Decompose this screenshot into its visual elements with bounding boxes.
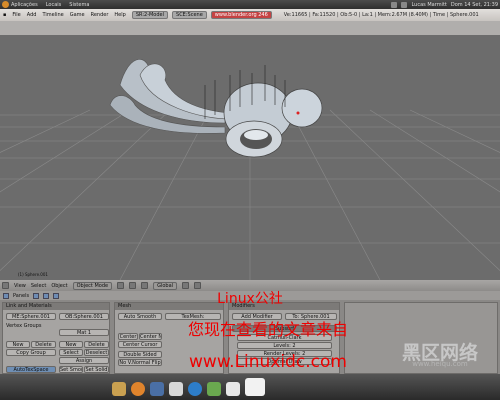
application-dock <box>112 376 372 396</box>
center-button[interactable]: Center <box>118 333 138 340</box>
volume-icon[interactable] <box>401 1 408 8</box>
clock[interactable]: Dom 14 Set, 21:39 <box>451 2 498 8</box>
blender-url-label[interactable]: www.blender.org 246 <box>210 11 272 19</box>
set-solid-button[interactable]: Set Solid <box>84 366 109 373</box>
text-editor-icon[interactable] <box>169 382 183 396</box>
levels-field[interactable]: Levels: 2 <box>237 342 332 349</box>
window-type-icon[interactable] <box>2 282 9 289</box>
center-cursor-button[interactable]: Center Cursor <box>118 341 162 348</box>
browser-icon[interactable] <box>188 382 202 396</box>
menu-help[interactable]: Help <box>114 12 125 18</box>
gnome-top-panel: Aplicações Locais Sistema Lucas Marmitt … <box>0 0 500 9</box>
user-name[interactable]: Lucas Marmitt <box>411 2 446 8</box>
menu-timeline[interactable]: Timeline <box>42 12 63 18</box>
object-context-icon[interactable] <box>53 292 60 299</box>
mode-selector[interactable]: Object Mode <box>72 281 113 290</box>
blender-info-header: ▪ File Add Timeline Game Render Help SR:… <box>0 9 500 35</box>
panels-menu[interactable]: Panels <box>13 293 29 299</box>
material-select-button[interactable]: Select <box>59 349 83 356</box>
set-smooth-button[interactable]: Set Smooth <box>59 366 83 373</box>
sphere-creature-model[interactable] <box>109 59 323 158</box>
blender-window-icon[interactable]: ▪ <box>3 12 6 18</box>
menu-aplicacoes[interactable]: Aplicações <box>11 2 38 8</box>
scene-stats: Ve:11665 | Fa:11520 | Ob:5-0 | La:1 | Me… <box>283 12 479 18</box>
watermark-notice: 您现在查看的文章来自 <box>187 320 348 339</box>
autotexspace-toggle[interactable]: AutoTexSpace <box>6 366 56 373</box>
terminal-icon[interactable] <box>207 382 221 396</box>
vgroup-new-button[interactable]: New <box>6 341 30 348</box>
menu-view[interactable]: View <box>14 283 26 289</box>
panel-link-materials: Link and Materials ME:Sphere.001 OB:Sphe… <box>2 302 110 374</box>
vertex-groups-label: Vertex Groups <box>6 323 42 329</box>
mesh-name-field[interactable]: ME:Sphere.001 <box>6 313 56 320</box>
blender-subheader <box>0 21 500 35</box>
watermark-heiqu-url: www.heiqu.com <box>412 360 468 368</box>
window-type-icon[interactable] <box>3 292 9 299</box>
gnome-foot-icon <box>2 1 9 8</box>
shading-context-icon[interactable] <box>43 292 50 299</box>
viewport-canvas[interactable] <box>0 35 500 280</box>
vgroup-delete-button[interactable]: Delete <box>31 341 56 348</box>
menu-game[interactable]: Game <box>70 12 85 18</box>
object-name-label: (1) Sphere.001 <box>18 272 48 277</box>
layers-icon[interactable] <box>182 282 190 289</box>
menu-render[interactable]: Render <box>91 12 109 18</box>
material-delete-button[interactable]: Delete <box>84 341 109 348</box>
material-assign-button[interactable]: Assign <box>59 357 109 364</box>
draw-type-icon[interactable] <box>117 282 125 289</box>
watermark-url: www.Linuxidc.com <box>189 352 347 372</box>
panel-right: Lucas Marmitt Dom 14 Set, 21:39 <box>391 1 498 8</box>
menu-sistema[interactable]: Sistema <box>69 2 89 8</box>
scene-selector[interactable]: SCE:Scene <box>172 11 207 19</box>
object-name-field[interactable]: OB:Sphere.001 <box>59 313 109 320</box>
copy-group-button[interactable]: Copy Group <box>6 349 56 356</box>
screen-selector[interactable]: SR:2-Model <box>131 11 169 19</box>
watermark-linuxidc: Linux公社 <box>217 291 283 307</box>
thunderbird-icon[interactable] <box>150 382 164 396</box>
material-selector[interactable]: Mat 1 <box>59 329 109 336</box>
blender-icon[interactable] <box>226 382 240 396</box>
pivot-icon[interactable] <box>129 282 137 289</box>
menu-file[interactable]: File <box>12 12 20 18</box>
folder-icon[interactable] <box>112 382 126 396</box>
firefox-icon[interactable] <box>131 382 145 396</box>
trash-icon[interactable] <box>245 378 265 396</box>
panel-title: Link and Materials <box>3 303 109 310</box>
3d-viewport[interactable]: (1) Sphere.001 <box>0 35 500 280</box>
orientation-selector[interactable]: Global <box>153 281 178 290</box>
material-deselect-button[interactable]: Deselect <box>84 349 109 356</box>
material-new-button[interactable]: New <box>59 341 83 348</box>
menu-locais[interactable]: Locais <box>46 2 62 8</box>
manipulator-icon[interactable] <box>141 282 149 289</box>
blender-menu-bar: ▪ File Add Timeline Game Render Help SR:… <box>0 9 500 21</box>
editing-context-icon[interactable] <box>33 292 40 299</box>
menu-add[interactable]: Add <box>27 12 37 18</box>
network-icon[interactable] <box>391 1 398 8</box>
menu-object[interactable]: Object <box>51 283 67 289</box>
menu-select[interactable]: Select <box>31 283 46 289</box>
